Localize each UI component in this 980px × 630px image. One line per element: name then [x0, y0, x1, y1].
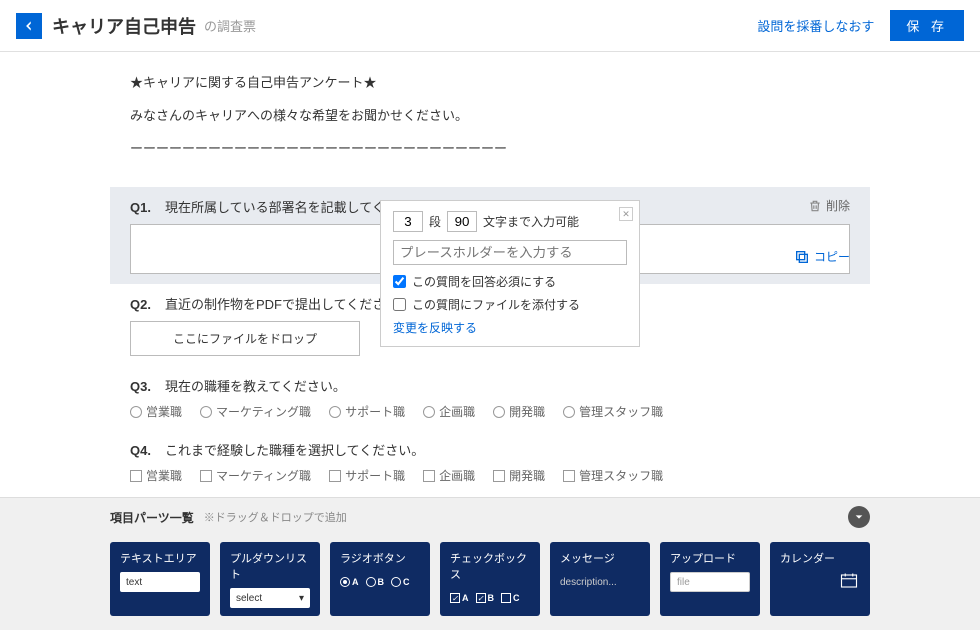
- intro-block: ★キャリアに関する自己申告アンケート★ みなさんのキャリアへの様々な希望をお聞か…: [110, 68, 870, 187]
- checkbox-option[interactable]: 企画職: [423, 467, 475, 484]
- question-number: Q3.: [130, 379, 151, 394]
- parts-row: テキストエリア text プルダウンリスト select▾ ラジオボタン A B…: [0, 536, 980, 630]
- part-textarea[interactable]: テキストエリア text: [110, 542, 210, 616]
- part-message[interactable]: メッセージ description...: [550, 542, 650, 616]
- radio-option[interactable]: マーケティング職: [200, 403, 311, 420]
- part-preview: description...: [560, 572, 640, 592]
- intro-line: みなさんのキャリアへの様々な希望をお聞かせください。: [130, 105, 850, 124]
- radio-options: 営業職 マーケティング職 サポート職 企画職 開発職 管理スタッフ職: [130, 403, 850, 420]
- renumber-link[interactable]: 設問を採番しなおす: [757, 16, 874, 35]
- header: キャリア自己申告 の調査票 設問を採番しなおす 保 存: [0, 0, 980, 52]
- save-button[interactable]: 保 存: [890, 10, 964, 41]
- part-preview: file: [670, 572, 750, 592]
- cols-input[interactable]: [447, 211, 477, 232]
- intro-line: ーーーーーーーーーーーーーーーーーーーーーーーーーーーーー: [130, 138, 850, 157]
- file-drop-zone[interactable]: ここにファイルをドロップ: [130, 321, 360, 356]
- page-subtitle: の調査票: [204, 16, 256, 35]
- question-4[interactable]: Q4. これまで経験した職種を選択してください。 営業職 マーケティング職 サポ…: [110, 430, 870, 494]
- question-number: Q2.: [130, 297, 151, 312]
- question-number: Q1.: [130, 200, 151, 215]
- delete-button[interactable]: 削除: [808, 197, 850, 214]
- part-radio[interactable]: ラジオボタン A B C: [330, 542, 430, 616]
- copy-icon: [794, 249, 810, 265]
- radio-option[interactable]: 開発職: [493, 403, 545, 420]
- panel-title: 項目パーツ一覧: [110, 509, 194, 526]
- question-actions: 削除 コピー: [794, 197, 850, 265]
- parts-panel: 項目パーツ一覧 ※ドラッグ＆ドロップで追加 テキストエリア text プルダウン…: [0, 497, 980, 630]
- attach-checkbox[interactable]: この質問にファイルを添付する: [393, 296, 627, 313]
- rows-input[interactable]: [393, 211, 423, 232]
- question-text: 直近の制作物をPDFで提出してください。: [165, 294, 411, 313]
- radio-option[interactable]: 企画職: [423, 403, 475, 420]
- close-button[interactable]: ✕: [619, 207, 633, 221]
- field-settings-popup: ✕ 段 文字まで入力可能 この質問を回答必須にする この質問にファイルを添付する…: [380, 200, 640, 347]
- checkbox-option[interactable]: 開発職: [493, 467, 545, 484]
- question-text: 現在の職種を教えてください。: [165, 376, 346, 395]
- collapse-button[interactable]: [848, 506, 870, 528]
- rows-label: 段: [429, 213, 441, 230]
- cols-label: 文字まで入力可能: [483, 213, 579, 230]
- header-actions: 設問を採番しなおす 保 存: [757, 10, 964, 41]
- panel-note: ※ドラッグ＆ドロップで追加: [204, 509, 347, 525]
- question-3[interactable]: Q3. 現在の職種を教えてください。 営業職 マーケティング職 サポート職 企画…: [110, 366, 870, 430]
- checkbox-option[interactable]: 管理スタッフ職: [563, 467, 663, 484]
- part-upload[interactable]: アップロード file: [660, 542, 760, 616]
- radio-option[interactable]: サポート職: [329, 403, 405, 420]
- part-preview: ✓A ✓B C: [450, 588, 530, 608]
- radio-option[interactable]: 管理スタッフ職: [563, 403, 663, 420]
- part-preview: text: [120, 572, 200, 592]
- apply-link[interactable]: 変更を反映する: [393, 319, 627, 336]
- calendar-icon: [780, 572, 860, 590]
- chevron-down-icon: [854, 512, 864, 522]
- copy-button[interactable]: コピー: [794, 248, 850, 265]
- intro-line: ★キャリアに関する自己申告アンケート★: [130, 72, 850, 91]
- part-checkbox[interactable]: チェックボックス ✓A ✓B C: [440, 542, 540, 616]
- required-checkbox[interactable]: この質問を回答必須にする: [393, 273, 627, 290]
- checkbox-option[interactable]: 営業職: [130, 467, 182, 484]
- part-preview: A B C: [340, 572, 420, 592]
- trash-icon: [808, 199, 822, 213]
- arrow-left-icon: [22, 19, 36, 33]
- checkbox-option[interactable]: サポート職: [329, 467, 405, 484]
- part-select[interactable]: プルダウンリスト select▾: [220, 542, 320, 616]
- part-preview: select▾: [230, 588, 310, 608]
- back-button[interactable]: [16, 13, 42, 39]
- question-text: これまで経験した職種を選択してください。: [165, 440, 424, 459]
- placeholder-input[interactable]: [393, 240, 627, 265]
- radio-option[interactable]: 営業職: [130, 403, 182, 420]
- page-title: キャリア自己申告: [52, 13, 196, 39]
- question-number: Q4.: [130, 443, 151, 458]
- checkbox-option[interactable]: マーケティング職: [200, 467, 311, 484]
- part-calendar[interactable]: カレンダー: [770, 542, 870, 616]
- checkbox-options: 営業職 マーケティング職 サポート職 企画職 開発職 管理スタッフ職: [130, 467, 850, 484]
